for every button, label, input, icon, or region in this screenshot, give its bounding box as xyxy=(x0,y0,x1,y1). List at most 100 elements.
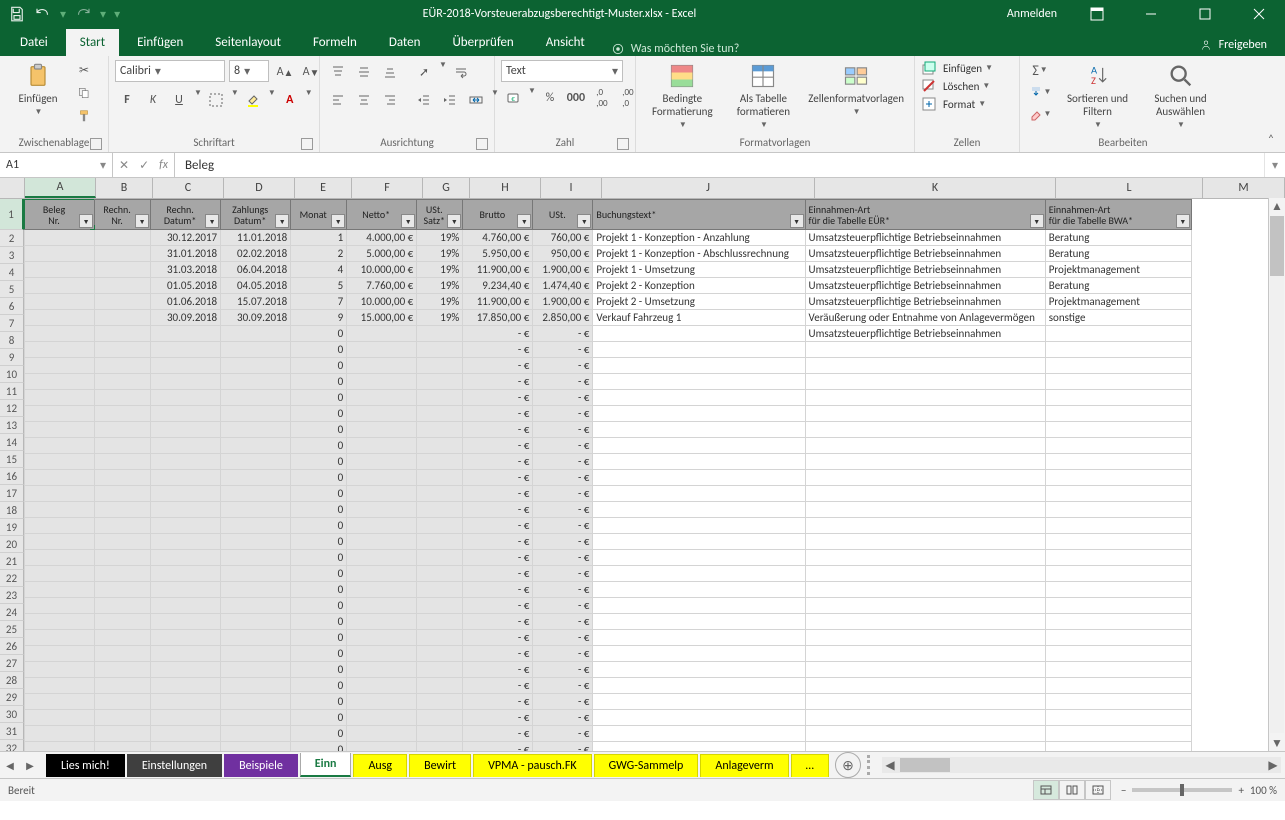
wrap-text-icon[interactable] xyxy=(449,60,473,84)
table-row[interactable]: 0- €- € xyxy=(25,726,1272,742)
underline-icon[interactable]: U xyxy=(167,88,191,112)
column-header[interactable]: F xyxy=(352,178,423,198)
table-header[interactable]: Rechn.Nr.▼ xyxy=(95,200,151,230)
select-all-corner[interactable] xyxy=(0,178,25,198)
align-bottom-icon[interactable] xyxy=(378,60,402,84)
table-header[interactable]: Rechn.Datum*▼ xyxy=(151,200,221,230)
collapse-ribbon-icon[interactable]: ˄ xyxy=(1263,132,1279,148)
cancel-formula-icon[interactable]: ✕ xyxy=(119,158,129,173)
table-row[interactable]: 0- €- € xyxy=(25,598,1272,614)
table-row[interactable]: 0- €- € xyxy=(25,342,1272,358)
row-header[interactable]: 19 xyxy=(0,519,24,536)
table-row[interactable]: 30.09.201830.09.2018915.000,00 €19%17.85… xyxy=(25,310,1272,326)
align-top-icon[interactable] xyxy=(326,60,350,84)
row-header[interactable]: 12 xyxy=(0,400,24,417)
column-headers[interactable]: ABCDEFGHIJKLM xyxy=(0,178,1285,199)
table-row[interactable]: 0- €- € xyxy=(25,694,1272,710)
sheet-tab[interactable]: Beispiele xyxy=(224,754,298,777)
insert-cells-button[interactable]: Einfügen xyxy=(943,62,982,75)
row-header[interactable]: 27 xyxy=(0,655,24,672)
scroll-left-icon[interactable]: ◀ xyxy=(882,757,898,773)
tab-insert[interactable]: Einfügen xyxy=(123,29,197,56)
font-name-combo[interactable]: Calibri▾ xyxy=(115,60,225,82)
sheet-tab[interactable]: Lies mich! xyxy=(46,754,125,777)
format-painter-icon[interactable] xyxy=(74,106,94,126)
find-select-button[interactable]: Suchen und Auswählen▼ xyxy=(1141,60,1220,132)
orientation-icon[interactable]: ➚ xyxy=(412,60,436,84)
normal-view-icon[interactable] xyxy=(1033,780,1059,800)
signin-link[interactable]: Anmelden xyxy=(999,3,1065,25)
increase-font-icon[interactable]: A▲ xyxy=(273,60,297,84)
font-launcher-icon[interactable] xyxy=(301,138,313,150)
sheet-tab[interactable]: … xyxy=(791,754,829,777)
column-header[interactable]: K xyxy=(815,178,1056,198)
table-header[interactable]: ZahlungsDatum*▼ xyxy=(221,200,291,230)
number-format-combo[interactable]: Text▾ xyxy=(501,60,623,82)
row-header[interactable]: 10 xyxy=(0,366,24,383)
zoom-control[interactable]: − + 100 % xyxy=(1121,784,1277,797)
table-header[interactable]: Netto*▼ xyxy=(347,200,417,230)
font-size-combo[interactable]: 8▾ xyxy=(229,60,269,82)
filter-dropdown-icon[interactable]: ▼ xyxy=(135,214,149,228)
row-header[interactable]: 32 xyxy=(0,740,24,751)
row-header[interactable]: 31 xyxy=(0,723,24,740)
delete-cells-button[interactable]: Löschen xyxy=(943,80,979,93)
table-row[interactable]: 0- €- € xyxy=(25,630,1272,646)
table-row[interactable]: 0- €- € xyxy=(25,534,1272,550)
tab-pagelayout[interactable]: Seitenlayout xyxy=(201,29,295,56)
undo-icon[interactable] xyxy=(34,5,52,23)
font-color-icon[interactable]: A xyxy=(278,88,302,112)
column-header[interactable]: J xyxy=(602,178,815,198)
clear-icon[interactable]: ▼ xyxy=(1026,104,1054,124)
column-header[interactable]: D xyxy=(224,178,295,198)
merge-center-icon[interactable] xyxy=(464,88,488,112)
filter-dropdown-icon[interactable]: ▼ xyxy=(1030,214,1044,228)
vertical-scrollbar[interactable]: ▲ ▼ xyxy=(1268,198,1285,751)
table-row[interactable]: 0- €- € xyxy=(25,710,1272,726)
page-break-view-icon[interactable] xyxy=(1085,780,1111,800)
sheet-tab[interactable]: GWG-Sammelp xyxy=(594,754,699,777)
row-headers[interactable]: 1234567891011121314151617181920212223242… xyxy=(0,199,24,751)
align-left-icon[interactable] xyxy=(326,88,350,112)
confirm-formula-icon[interactable]: ✓ xyxy=(139,158,149,173)
table-header[interactable]: Einnahmen-Artfür die Tabelle BWA*▼ xyxy=(1045,200,1191,230)
column-header[interactable]: L xyxy=(1056,178,1203,198)
maximize-icon[interactable] xyxy=(1183,0,1227,28)
minimize-icon[interactable] xyxy=(1129,0,1173,28)
sheet-tab[interactable]: Einn xyxy=(300,753,352,777)
alignment-launcher-icon[interactable] xyxy=(476,138,488,150)
fill-color-icon[interactable] xyxy=(241,88,265,112)
redo-icon[interactable] xyxy=(74,5,92,23)
filter-dropdown-icon[interactable]: ▼ xyxy=(577,214,591,228)
format-as-table-button[interactable]: Als Tabelle formatieren▼ xyxy=(727,60,801,132)
row-header[interactable]: 20 xyxy=(0,536,24,553)
tab-scroll-resize[interactable] xyxy=(867,755,876,775)
table-header[interactable]: Einnahmen-Artfür die Tabelle EÜR*▼ xyxy=(805,200,1045,230)
filter-dropdown-icon[interactable]: ▼ xyxy=(517,214,531,228)
decrease-indent-icon[interactable] xyxy=(412,88,436,112)
table-row[interactable]: 0- €- € xyxy=(25,678,1272,694)
row-header[interactable]: 23 xyxy=(0,587,24,604)
save-icon[interactable] xyxy=(8,5,26,23)
italic-icon[interactable]: K xyxy=(141,88,165,112)
row-header[interactable]: 17 xyxy=(0,485,24,502)
table-header[interactable]: Buchungstext*▼ xyxy=(593,200,805,230)
tell-me-search[interactable]: Was möchten Sie tun? xyxy=(611,42,740,56)
table-row[interactable]: 31.01.201802.02.201825.000,00 €19%5.950,… xyxy=(25,246,1272,262)
table-row[interactable]: 0- €- € xyxy=(25,566,1272,582)
table-row[interactable]: 0- €- € xyxy=(25,406,1272,422)
table-row[interactable]: 31.03.201806.04.2018410.000,00 €19%11.90… xyxy=(25,262,1272,278)
zoom-level[interactable]: 100 % xyxy=(1250,784,1277,797)
zoom-in-icon[interactable]: + xyxy=(1238,784,1243,797)
row-header[interactable]: 2 xyxy=(0,230,24,247)
row-header[interactable]: 26 xyxy=(0,638,24,655)
column-header[interactable]: C xyxy=(153,178,224,198)
table-row[interactable]: 0- €- € xyxy=(25,358,1272,374)
comma-format-icon[interactable]: 000 xyxy=(564,86,588,110)
tab-view[interactable]: Ansicht xyxy=(532,29,599,56)
table-row[interactable]: 0- €- € xyxy=(25,550,1272,566)
autosum-icon[interactable]: Σ▼ xyxy=(1026,60,1054,80)
bold-icon[interactable]: F xyxy=(115,88,139,112)
row-header[interactable]: 6 xyxy=(0,298,24,315)
sheet-tab[interactable]: Anlageverm xyxy=(700,754,788,777)
